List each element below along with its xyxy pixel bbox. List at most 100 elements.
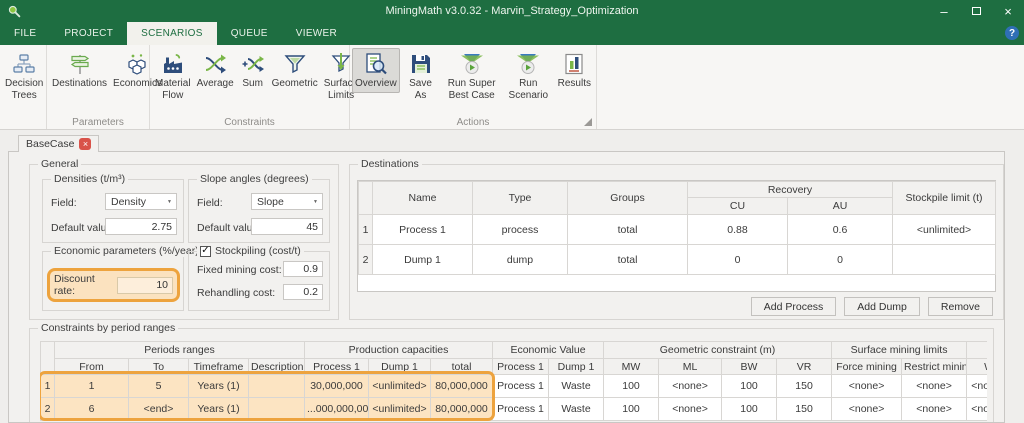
slope-field-select[interactable]: Slope ▼ [251, 193, 323, 210]
cell-to[interactable]: 5 [129, 375, 189, 398]
row-number[interactable]: 2 [359, 245, 373, 275]
group-expander-icon[interactable] [584, 118, 592, 126]
cell-type[interactable]: dump [473, 245, 568, 275]
constraints-row-1: 1 1 5 Years (1) 30,000,000 <unlimited> 8… [41, 375, 988, 398]
col-header-description: Description [249, 359, 305, 375]
fixed-mining-cost-label: Fixed mining cost: [197, 264, 282, 276]
maximize-button[interactable] [960, 0, 992, 22]
add-process-button[interactable]: Add Process [751, 297, 837, 316]
menu-item-queue[interactable]: QUEUE [217, 22, 282, 45]
cell-description[interactable] [249, 398, 305, 421]
cell-au[interactable]: 0.6 [788, 215, 893, 245]
overview-icon [363, 51, 389, 77]
cell-au[interactable]: 0 [788, 245, 893, 275]
menu-item-scenarios[interactable]: SCENARIOS [127, 22, 217, 45]
add-dump-button[interactable]: Add Dump [844, 297, 920, 316]
cell-description[interactable] [249, 375, 305, 398]
cell-ml[interactable]: <none> [659, 398, 722, 421]
cell-clipped[interactable]: <none> [967, 398, 987, 421]
row-number[interactable]: 1 [41, 375, 55, 398]
fixed-mining-cost-input[interactable] [283, 261, 323, 277]
close-icon: × [1004, 4, 1012, 19]
cell-from[interactable]: 1 [55, 375, 129, 398]
rehandling-cost-input[interactable] [283, 284, 323, 300]
cell-dump1-economic[interactable]: Waste [549, 398, 604, 421]
cell-cu[interactable]: 0 [688, 245, 788, 275]
geometric-button[interactable]: Geometric [269, 48, 321, 93]
decision-trees-button[interactable]: Decision Trees [2, 48, 46, 104]
cell-process1-economic[interactable]: Process 1 [493, 375, 549, 398]
densities-groupbox: Densities (t/m³) Field: Density ▼ Defaul… [42, 179, 184, 243]
cell-bw[interactable]: 100 [722, 398, 777, 421]
cell-from[interactable]: 6 [55, 398, 129, 421]
cell-dump1-capacity[interactable]: <unlimited> [369, 398, 431, 421]
destinations-button[interactable]: Destinations [49, 48, 110, 93]
cell-process1-capacity[interactable]: 30,000,000 [305, 375, 369, 398]
close-button[interactable]: × [992, 0, 1024, 22]
cell-stockpile-limit[interactable]: <unlimited> [893, 215, 996, 245]
cell-force-mining[interactable]: <none> [832, 398, 902, 421]
chevron-down-icon: ▼ [167, 199, 172, 205]
cell-groups[interactable]: total [568, 215, 688, 245]
cell-timeframe[interactable]: Years (1) [189, 398, 249, 421]
cell-dump1-capacity[interactable]: <unlimited> [369, 375, 431, 398]
ribbon-group-parameters: Destinations Economics Para [47, 45, 150, 129]
stockpiling-checkbox[interactable]: ✓ [200, 246, 211, 257]
densities-default-input[interactable] [105, 218, 177, 235]
material-flow-button[interactable]: Material Flow [152, 48, 194, 104]
col-header-from: From [55, 359, 129, 375]
cell-vr[interactable]: 150 [777, 398, 832, 421]
cell-cu[interactable]: 0.88 [688, 215, 788, 245]
cell-total[interactable]: 80,000,000 [431, 398, 493, 421]
cell-name[interactable]: Process 1 [373, 215, 473, 245]
cell-groups[interactable]: total [568, 245, 688, 275]
col-header-recovery: Recovery [688, 182, 893, 198]
densities-field-select[interactable]: Density ▼ [105, 193, 177, 210]
cell-vr[interactable]: 150 [777, 375, 832, 398]
cell-dump1-economic[interactable]: Waste [549, 375, 604, 398]
cell-stockpile-limit[interactable] [893, 245, 996, 275]
cell-clipped[interactable]: <none> [967, 375, 987, 398]
minimize-button[interactable]: – [928, 0, 960, 22]
tab-basecase[interactable]: BaseCase × [18, 135, 99, 152]
cell-name[interactable]: Dump 1 [373, 245, 473, 275]
cell-restrict-mining[interactable]: <none> [902, 375, 967, 398]
cell-restrict-mining[interactable]: <none> [902, 398, 967, 421]
menu-item-file[interactable]: FILE [0, 22, 50, 45]
cell-ml[interactable]: <none> [659, 375, 722, 398]
overview-button[interactable]: Overview [352, 48, 400, 93]
cell-total[interactable]: 80,000,000 [431, 375, 493, 398]
tab-close-button[interactable]: × [79, 138, 91, 150]
results-button[interactable]: Results [555, 48, 594, 93]
menu-item-project[interactable]: PROJECT [50, 22, 127, 45]
cell-to[interactable]: <end> [129, 398, 189, 421]
sum-button[interactable]: Sum [237, 48, 269, 93]
row-number[interactable]: 2 [41, 398, 55, 421]
help-icon[interactable]: ? [1005, 26, 1019, 40]
decision-trees-icon [11, 51, 37, 77]
results-icon [561, 51, 587, 77]
cell-process1-capacity[interactable]: ...000,000,000 [305, 398, 369, 421]
slope-default-input[interactable] [251, 218, 323, 235]
discount-rate-input[interactable] [117, 277, 173, 294]
remove-button[interactable]: Remove [928, 297, 993, 316]
cell-force-mining[interactable]: <none> [832, 375, 902, 398]
row-number[interactable]: 1 [359, 215, 373, 245]
col-header-dump1-capacity: Dump 1 [369, 359, 431, 375]
cell-process1-economic[interactable]: Process 1 [493, 398, 549, 421]
run-scenario-button[interactable]: Run Scenario [502, 48, 555, 104]
discount-rate-highlight: Discount rate: [47, 268, 180, 302]
ribbon-group-label: Actions [350, 117, 596, 128]
destinations-row-1: 1 Process 1 process total 0.88 0.6 <unli… [359, 215, 996, 245]
cell-type[interactable]: process [473, 215, 568, 245]
menu-item-viewer[interactable]: VIEWER [282, 22, 351, 45]
cell-timeframe[interactable]: Years (1) [189, 375, 249, 398]
run-super-best-case-button[interactable]: Run Super Best Case [441, 48, 502, 104]
cell-bw[interactable]: 100 [722, 375, 777, 398]
save-as-button[interactable]: Save As [400, 48, 442, 104]
cell-mw[interactable]: 100 [604, 375, 659, 398]
cell-mw[interactable]: 100 [604, 398, 659, 421]
general-groupbox: General Densities (t/m³) Field: Density … [29, 164, 339, 320]
average-button[interactable]: Average [194, 48, 237, 93]
material-flow-label: Material Flow [155, 78, 191, 101]
